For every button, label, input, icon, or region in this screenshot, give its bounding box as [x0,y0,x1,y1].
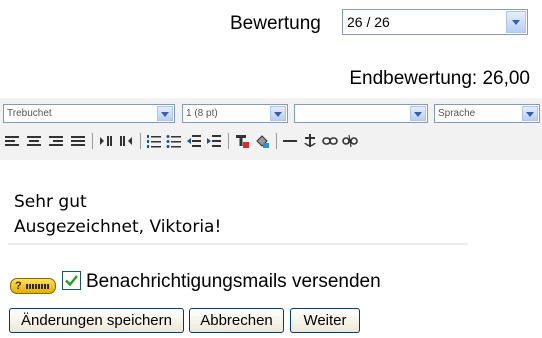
align-justify-icon[interactable] [70,133,86,149]
paragraph-format-select[interactable] [294,104,428,123]
toolbar-separator [228,133,229,149]
link-icon[interactable] [322,133,338,149]
background-color-icon[interactable] [254,133,270,149]
editor-toolbar: Trebuchet 1 (8 pt) Sprache [0,98,542,160]
send-notification-label[interactable]: Benachrichtigungsmails versenden [86,270,381,294]
rtl-icon[interactable] [118,133,134,149]
font-size-value: 1 (8 pt) [186,108,218,119]
next-button[interactable]: Weiter [290,308,360,333]
language-value: Sprache [438,108,476,119]
font-family-value: Trebuchet [7,108,52,119]
ltr-icon[interactable] [98,133,114,149]
align-center-icon[interactable] [26,133,42,149]
toolbar-separator [140,133,141,149]
language-select[interactable]: Sprache [434,104,540,123]
unlink-icon[interactable] [342,133,358,149]
grade-select[interactable]: 26 / 26 [342,9,528,35]
unordered-list-icon[interactable] [166,133,182,149]
chevron-down-icon[interactable] [157,106,173,121]
help-icon[interactable]: ? [10,278,56,294]
chevron-down-icon[interactable] [410,106,426,121]
anchor-icon[interactable] [302,133,318,149]
indent-icon[interactable] [206,133,222,149]
grade-select-value: 26 / 26 [347,14,390,30]
comment-line: Ausgezeichnet, Viktoria! [14,217,222,237]
comment-text[interactable]: Sehr gut Ausgezeichnet, Viktoria! [14,190,221,240]
align-left-icon[interactable] [4,133,20,149]
send-notification-checkbox[interactable] [62,271,81,290]
horizontal-rule-icon[interactable] [282,133,298,149]
divider [8,243,468,245]
grade-label: Bewertung [230,13,321,34]
cancel-button[interactable]: Abbrechen [189,308,284,333]
check-icon [65,275,78,287]
outdent-icon[interactable] [186,133,202,149]
chevron-down-icon[interactable] [522,106,538,121]
font-family-select[interactable]: Trebuchet [3,104,175,123]
toolbar-separator [276,133,277,149]
comment-line: Sehr gut [14,192,87,212]
toolbar-separator [92,133,93,149]
chevron-down-icon[interactable] [270,106,286,121]
chevron-down-icon[interactable] [506,11,526,33]
align-right-icon[interactable] [48,133,64,149]
ordered-list-icon[interactable] [146,133,162,149]
save-changes-button[interactable]: Änderungen speichern [9,308,184,333]
final-grade: Endbewertung: 26,00 [349,68,530,89]
font-size-select[interactable]: 1 (8 pt) [182,104,288,123]
text-color-icon[interactable] [234,133,250,149]
